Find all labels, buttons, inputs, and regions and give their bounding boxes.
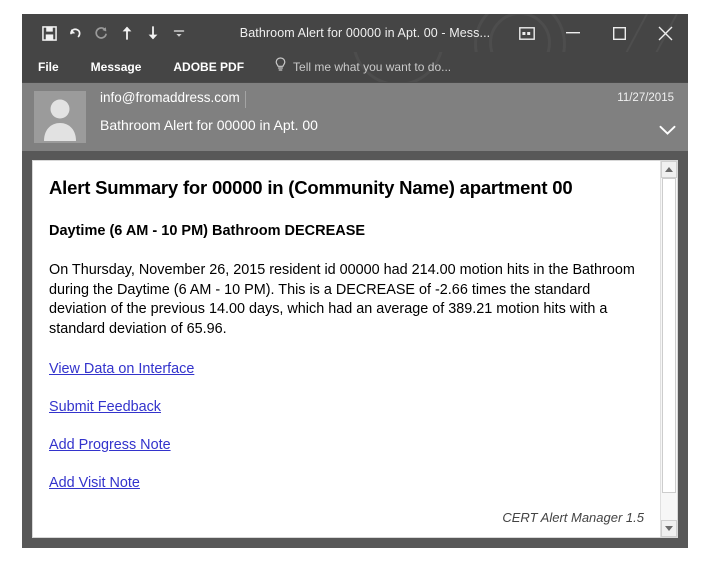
message-header: info@fromaddress.com Bathroom Alert for … bbox=[22, 82, 688, 151]
scroll-up-icon[interactable] bbox=[661, 161, 677, 178]
sender-address[interactable]: info@fromaddress.com bbox=[100, 90, 240, 105]
link-view-data-on-interface[interactable]: View Data on Interface bbox=[49, 361, 194, 377]
header-divider bbox=[245, 91, 246, 108]
page-title: Alert Summary for 00000 in (Community Na… bbox=[49, 177, 573, 198]
link-submit-feedback[interactable]: Submit Feedback bbox=[49, 399, 161, 415]
ribbon-display-options-icon[interactable] bbox=[504, 14, 550, 52]
arrow-up-glyph bbox=[665, 167, 673, 172]
window-controls bbox=[504, 14, 688, 52]
minimize-icon[interactable] bbox=[550, 14, 596, 52]
scrollbar-track[interactable] bbox=[661, 178, 677, 520]
avatar[interactable] bbox=[34, 91, 86, 143]
scrollbar[interactable] bbox=[660, 161, 677, 537]
tab-adobe-pdf[interactable]: ADOBE PDF bbox=[157, 52, 260, 82]
outlook-message-window: Bathroom Alert for 00000 in Apt. 00 - Me… bbox=[22, 14, 688, 548]
ribbon-tab-bar: File Message ADOBE PDF Tell me what you … bbox=[22, 52, 688, 82]
link-add-progress-note[interactable]: Add Progress Note bbox=[49, 437, 171, 453]
title-bar: Bathroom Alert for 00000 in Apt. 00 - Me… bbox=[22, 14, 688, 52]
tab-file[interactable]: File bbox=[22, 52, 75, 82]
ribbon-tabs: File Message ADOBE PDF Tell me what you … bbox=[22, 52, 451, 82]
scrollbar-thumb[interactable] bbox=[662, 178, 676, 493]
scroll-down-icon[interactable] bbox=[661, 520, 677, 537]
message-subject: Bathroom Alert for 00000 in Apt. 00 bbox=[100, 117, 318, 133]
email-body: Alert Summary for 00000 in (Community Na… bbox=[33, 161, 660, 537]
lightbulb-icon bbox=[274, 57, 287, 77]
alert-description: On Thursday, November 26, 2015 resident … bbox=[49, 262, 635, 337]
tell-me-placeholder: Tell me what you want to do... bbox=[293, 60, 452, 74]
tab-message[interactable]: Message bbox=[75, 52, 158, 82]
alert-subtitle: Daytime (6 AM - 10 PM) Bathroom DECREASE bbox=[49, 223, 366, 239]
message-date: 11/27/2015 bbox=[617, 92, 674, 104]
close-icon[interactable] bbox=[642, 14, 688, 52]
tell-me-search[interactable]: Tell me what you want to do... bbox=[260, 52, 451, 82]
link-add-visit-note[interactable]: Add Visit Note bbox=[49, 475, 140, 491]
chevron-down-icon[interactable] bbox=[659, 123, 676, 141]
action-link-list: View Data on Interface Submit Feedback A… bbox=[49, 361, 644, 491]
arrow-down-glyph bbox=[665, 526, 673, 531]
footer-signature: CERT Alert Manager 1.5 bbox=[502, 510, 644, 525]
maximize-icon[interactable] bbox=[596, 14, 642, 52]
reading-pane: Alert Summary for 00000 in (Community Na… bbox=[32, 160, 678, 538]
